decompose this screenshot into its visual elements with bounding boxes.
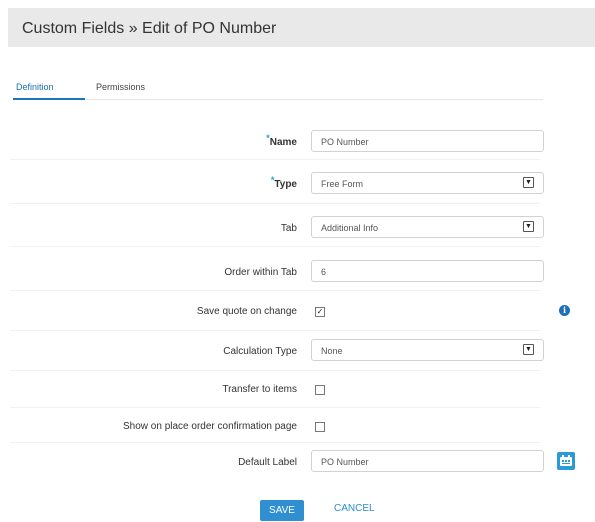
calculation-select-value: None	[321, 346, 343, 356]
name-label: *Name	[266, 133, 297, 148]
calculation-label: Calculation Type	[223, 346, 297, 357]
translate-button[interactable]	[557, 452, 575, 470]
active-tab-indicator	[13, 98, 85, 100]
page-title: Custom Fields » Edit of PO Number	[22, 20, 277, 37]
chevron-down-icon: ▼	[523, 344, 534, 355]
chevron-down-icon: ▼	[523, 221, 534, 232]
page-header: Custom Fields » Edit of PO Number	[8, 8, 595, 47]
tab-row: Tab Additional Info ▼	[0, 214, 595, 244]
type-select[interactable]: Free Form ▼	[311, 172, 544, 194]
calculation-row: Calculation Type None ▼	[0, 337, 595, 367]
required-marker: *	[266, 133, 270, 143]
order-input[interactable]: 6	[311, 260, 544, 282]
cancel-button[interactable]: CANCEL	[334, 503, 375, 514]
show-on-place-order-row: Show on place order confirmation page	[0, 412, 595, 442]
show-on-place-order-label: Show on place order confirmation page	[123, 421, 297, 432]
tab-divider	[13, 99, 543, 100]
type-select-value: Free Form	[321, 179, 364, 189]
tab-label: Tab	[280, 223, 297, 234]
required-marker: *	[270, 175, 275, 185]
calculation-select[interactable]: None ▼	[311, 339, 544, 361]
name-input[interactable]: PO Number	[311, 130, 544, 152]
order-label: Order within Tab	[224, 267, 297, 278]
row-divider	[10, 442, 540, 443]
info-icon[interactable]: i	[559, 305, 570, 316]
row-divider	[10, 159, 540, 160]
default-label-row: Default Label PO Number	[0, 448, 595, 478]
row-divider	[10, 246, 540, 247]
transfer-label: Transfer to items	[222, 384, 297, 395]
row-divider	[10, 407, 540, 408]
row-divider	[10, 330, 540, 331]
tab-definition[interactable]: Definition	[16, 82, 54, 92]
default-label-input[interactable]: PO Number	[311, 450, 544, 472]
show-on-place-order-checkbox[interactable]	[315, 422, 325, 432]
transfer-checkbox[interactable]	[315, 385, 325, 395]
tab-bar: Definition Permissions	[8, 78, 595, 102]
save-quote-checkbox[interactable]: ✓	[315, 307, 325, 317]
translate-icon	[560, 455, 572, 466]
save-quote-label: Save quote on change	[196, 306, 297, 317]
tab-permissions[interactable]: Permissions	[96, 82, 145, 92]
row-divider	[10, 203, 540, 204]
type-label: *Type	[270, 175, 297, 190]
tab-select[interactable]: Additional Info ▼	[311, 216, 544, 238]
save-button[interactable]: SAVE	[260, 500, 304, 521]
name-row: *Name PO Number	[0, 128, 595, 158]
row-divider	[10, 290, 540, 291]
order-row: Order within Tab 6	[0, 258, 595, 288]
row-divider	[10, 370, 540, 371]
default-label-label: Default Label	[238, 457, 297, 468]
transfer-row: Transfer to items	[0, 375, 595, 405]
chevron-down-icon: ▼	[523, 177, 534, 188]
tab-select-value: Additional Info	[321, 223, 379, 233]
type-row: *Type Free Form ▼	[0, 170, 595, 200]
save-quote-row: Save quote on change ✓ i	[0, 297, 595, 327]
